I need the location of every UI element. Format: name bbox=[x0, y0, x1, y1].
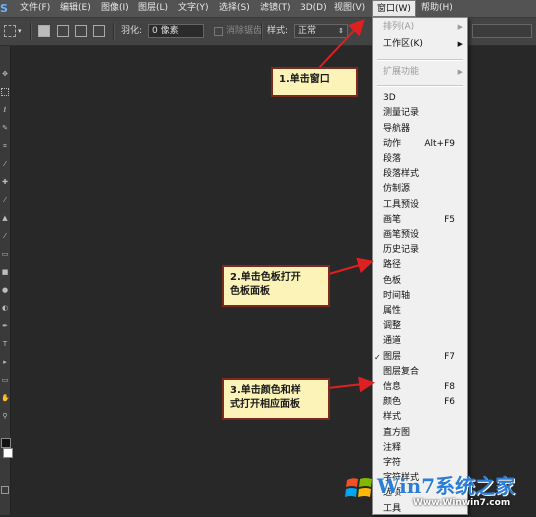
windows-logo-icon bbox=[345, 478, 372, 497]
callout-step-1-text: 1.单击窗口 bbox=[279, 74, 330, 85]
annotation-arrows bbox=[317, 19, 375, 393]
arrow-to-swatches bbox=[328, 257, 374, 275]
callout-step-2-line2: 色板面板 bbox=[230, 286, 270, 297]
callout-step-2-line1: 2.单击色板打开 bbox=[230, 272, 301, 283]
callout-step-3-line1: 3.单击颜色和样 bbox=[230, 385, 301, 396]
callout-step-3: 3.单击颜色和样 式打开相应面板 bbox=[222, 378, 330, 420]
callout-step-3-line2: 式打开相应面板 bbox=[230, 399, 300, 410]
arrow-to-window-menu bbox=[317, 19, 365, 70]
callout-step-2: 2.单击色板打开 色板面板 bbox=[222, 265, 330, 307]
watermark-url: Www.Winwin7.com bbox=[413, 498, 511, 508]
watermark-brand: Win7系统之家 bbox=[377, 474, 516, 498]
arrow-to-color bbox=[327, 376, 375, 393]
watermark: Win7系统之家 Www.Winwin7.com bbox=[335, 470, 536, 515]
callout-step-1: 1.单击窗口 bbox=[271, 67, 358, 97]
